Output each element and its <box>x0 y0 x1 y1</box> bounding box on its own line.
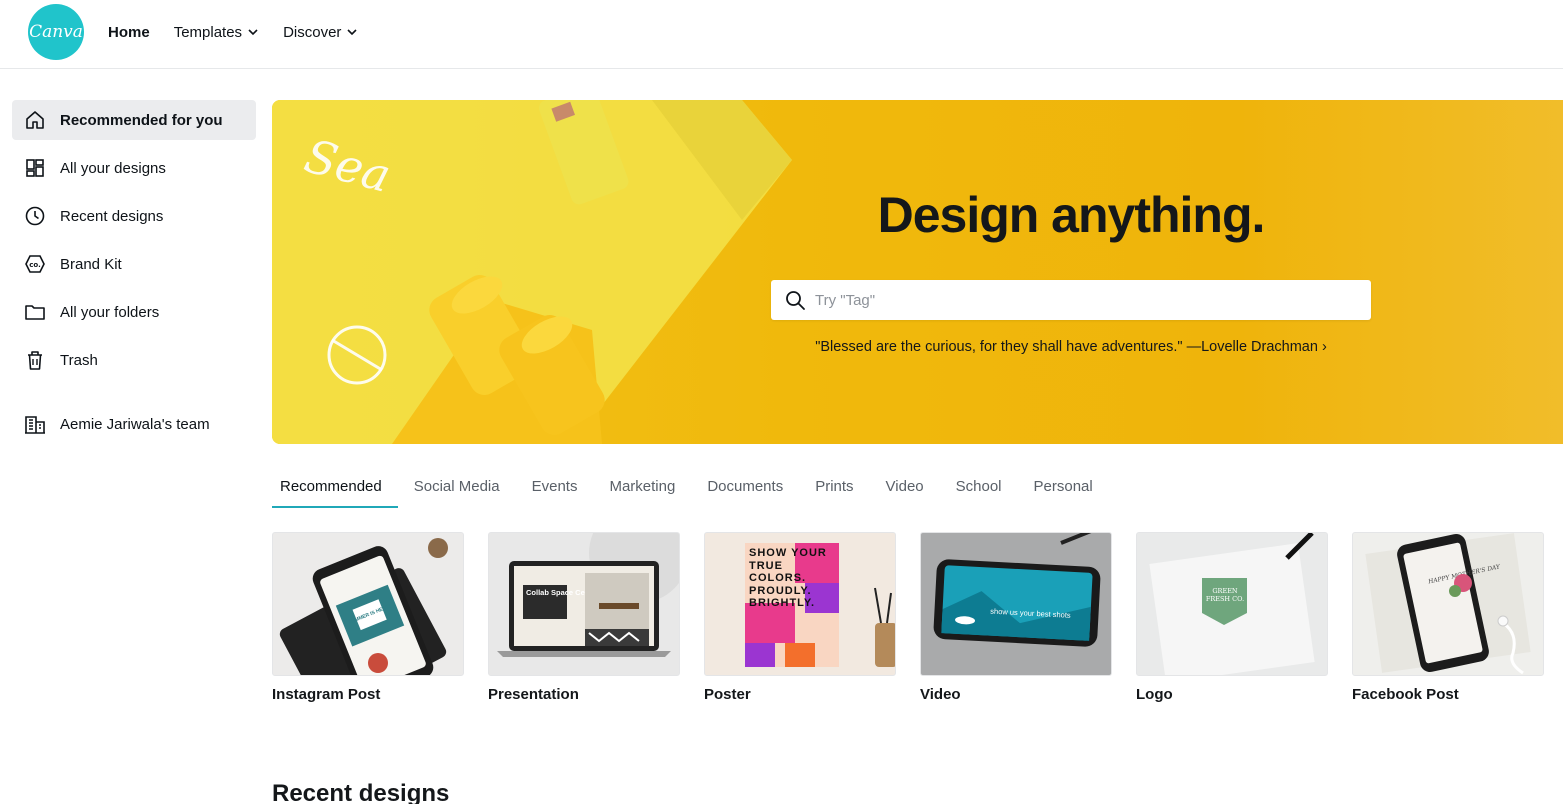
tab-recommended[interactable]: Recommended <box>272 466 398 508</box>
sidebar-item-label: Brand Kit <box>60 255 122 273</box>
hero-quote-link[interactable]: "Blessed are the curious, for they shall… <box>272 339 1563 355</box>
facebook-mockup-image: HAPPY MOTHER'S DAY <box>1365 533 1531 675</box>
logo-mockup-image: GREEN FRESH CO. <box>1149 533 1315 675</box>
sidebar-item-label: Recommended for you <box>60 111 223 129</box>
sidebar-item-recent-designs[interactable]: Recent designs <box>12 196 256 236</box>
card-thumbnail: Collab Space Central <box>488 532 680 676</box>
card-logo[interactable]: GREEN FRESH CO. Logo <box>1136 532 1328 703</box>
sidebar-item-label: All your folders <box>60 303 160 321</box>
nav-discover[interactable]: Discover <box>283 24 358 41</box>
card-label: Video <box>920 686 961 703</box>
sidebar-item-trash[interactable]: Trash <box>12 340 256 380</box>
nav-templates-label: Templates <box>173 23 243 41</box>
card-label: Poster <box>704 686 751 703</box>
clock-icon <box>25 206 45 226</box>
hero-banner: Sea Design anything. "Blessed are the cu… <box>272 100 1563 444</box>
sidebar-item-folders[interactable]: All your folders <box>12 292 256 332</box>
card-label: Presentation <box>488 686 579 703</box>
poster-overlay-text: SHOW YOUR TRUE COLORS. PROUDLY. BRIGHTLY… <box>749 547 827 609</box>
card-thumbnail: show us your best shots <box>920 532 1112 676</box>
tab-documents[interactable]: Documents <box>691 466 799 508</box>
tab-social-media[interactable]: Social Media <box>398 466 516 508</box>
search-icon <box>786 291 805 310</box>
recent-designs-heading: Recent designs <box>272 780 450 804</box>
tab-prints[interactable]: Prints <box>799 466 869 508</box>
nav-discover-label: Discover <box>283 23 342 41</box>
search-input[interactable] <box>815 282 1355 318</box>
card-label: Facebook Post <box>1352 686 1459 703</box>
sidebar-item-label: All your designs <box>60 159 166 177</box>
chevron-down-icon <box>248 29 258 36</box>
nav-templates[interactable]: Templates <box>174 24 259 41</box>
hero-title: Design anything. <box>877 187 1266 243</box>
sidebar-item-label: Aemie Jariwala's team <box>60 415 210 433</box>
tab-video[interactable]: Video <box>870 466 940 508</box>
card-instagram-post[interactable]: SUMMER IS HERE! Instagram Post <box>272 532 464 703</box>
card-thumbnail: SUMMER IS HERE! <box>272 532 464 676</box>
chevron-down-icon <box>347 29 357 36</box>
top-nav: Home Templates Discover <box>108 0 358 64</box>
card-video[interactable]: show us your best shots Video <box>920 532 1112 703</box>
video-mockup-image: show us your best shots <box>933 533 1101 647</box>
poster-mockup-image: SHOW YOUR TRUE COLORS. PROUDLY. BRIGHTLY… <box>745 543 895 667</box>
svg-text:co.: co. <box>29 261 41 269</box>
tab-marketing[interactable]: Marketing <box>593 466 691 508</box>
sidebar-item-recommended[interactable]: Recommended for you <box>12 100 256 140</box>
presentation-mockup-image: Collab Space Central <box>497 533 679 657</box>
card-label: Logo <box>1136 686 1173 703</box>
sidebar: Recommended for you All your designs Rec… <box>12 100 256 452</box>
card-label: Instagram Post <box>272 686 381 703</box>
tab-school[interactable]: School <box>940 466 1018 508</box>
logo-overlay-text: GREEN FRESH CO. <box>1205 587 1245 603</box>
building-icon <box>25 416 45 434</box>
tab-events[interactable]: Events <box>516 466 594 508</box>
design-search-box[interactable] <box>771 280 1371 320</box>
nav-home-label: Home <box>108 23 150 41</box>
hero-background-art: Sea <box>272 100 792 444</box>
grid-icon <box>26 159 44 177</box>
sidebar-item-label: Trash <box>60 351 98 369</box>
canva-logo[interactable]: Canva <box>28 4 84 60</box>
card-presentation[interactable]: Collab Space Central Presentation <box>488 532 680 703</box>
folder-icon <box>25 305 45 320</box>
sidebar-item-team[interactable]: Aemie Jariwala's team <box>12 404 256 444</box>
instagram-mockup-image: SUMMER IS HERE! <box>279 538 448 675</box>
sidebar-item-all-designs[interactable]: All your designs <box>12 148 256 188</box>
category-tabs: Recommended Social Media Events Marketin… <box>272 466 1109 508</box>
tab-personal[interactable]: Personal <box>1018 466 1109 508</box>
card-facebook-post[interactable]: HAPPY MOTHER'S DAY Facebook Post <box>1352 532 1544 703</box>
top-bar: Canva Home Templates Discover <box>0 0 1563 69</box>
card-thumbnail: SHOW YOUR TRUE COLORS. PROUDLY. BRIGHTLY… <box>704 532 896 676</box>
nav-home[interactable]: Home <box>108 24 150 41</box>
trash-icon <box>28 351 42 370</box>
card-thumbnail: GREEN FRESH CO. <box>1136 532 1328 676</box>
design-type-cards: SUMMER IS HERE! Instagram Post Collab Sp… <box>272 532 1544 703</box>
card-thumbnail: HAPPY MOTHER'S DAY <box>1352 532 1544 676</box>
brand-kit-icon: co. <box>25 255 45 273</box>
sidebar-item-brand-kit[interactable]: co. Brand Kit <box>12 244 256 284</box>
sidebar-item-label: Recent designs <box>60 207 164 225</box>
home-icon <box>26 111 44 129</box>
card-poster[interactable]: SHOW YOUR TRUE COLORS. PROUDLY. BRIGHTLY… <box>704 532 896 703</box>
